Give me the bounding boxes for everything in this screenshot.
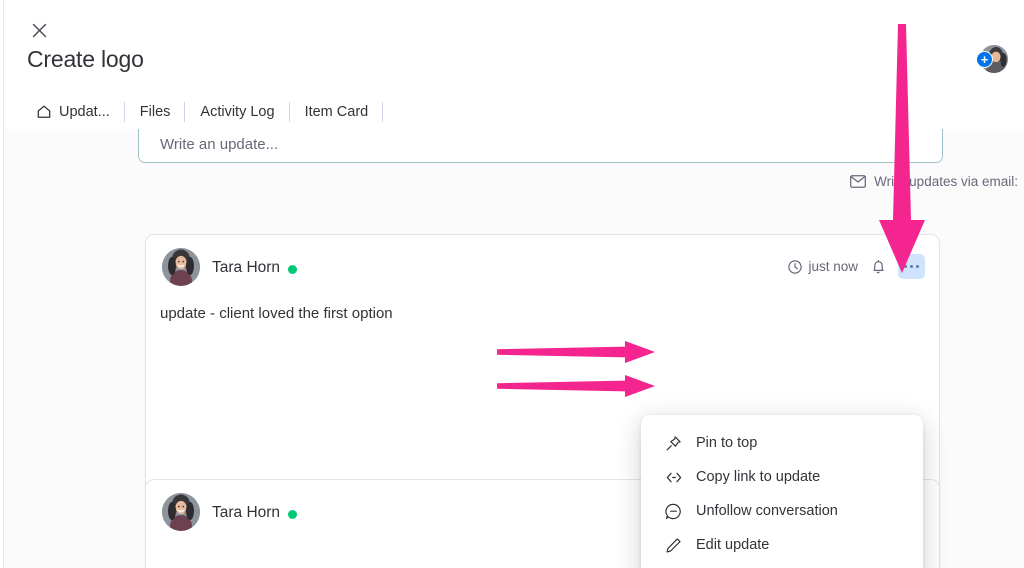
avatar[interactable] (162, 493, 200, 531)
pencil-icon (664, 536, 683, 555)
link-icon (664, 468, 683, 487)
menu-item-copy-link-to-update[interactable]: Copy link to update (647, 460, 917, 494)
update-header: Tara Horn just now (146, 235, 939, 297)
update-composer[interactable]: Write an update... (138, 129, 943, 163)
tab-item-card[interactable]: Item Card (290, 95, 384, 129)
envelope-icon (850, 175, 867, 188)
circle-minus-icon (664, 502, 683, 521)
menu-item-label: Edit update (696, 537, 770, 553)
tab-divider (382, 102, 384, 122)
dialog-header: Create logo + Updat... Files Activity Lo… (4, 0, 1024, 132)
close-button[interactable] (26, 17, 52, 43)
close-icon (32, 23, 46, 37)
via-email-label: Write updates via email: (874, 174, 1018, 189)
avatar-photo (162, 248, 200, 286)
update-timestamp: just now (808, 259, 858, 274)
update-more-options-button[interactable] (898, 254, 925, 279)
tab-label: Item Card (304, 104, 369, 120)
menu-item-label: Unfollow conversation (696, 503, 838, 519)
status-badge (288, 510, 297, 519)
tab-files[interactable]: Files (125, 95, 186, 129)
update-author: Tara Horn (212, 504, 281, 521)
menu-item-edit-update[interactable]: Edit update (647, 528, 917, 562)
status-badge (288, 265, 297, 274)
avatar[interactable] (162, 248, 200, 286)
tab-updates[interactable]: Updat... (27, 95, 125, 132)
bell-icon (872, 259, 884, 273)
menu-item-pin-to-top[interactable]: Pin to top (647, 426, 917, 460)
more-horizontal-icon (904, 264, 919, 269)
update-meta: just now (788, 254, 925, 279)
update-context-menu: Pin to top Copy link to update Unfollow … (641, 415, 923, 568)
menu-item-label: Pin to top (696, 435, 758, 451)
menu-item-label: Copy link to update (696, 469, 821, 485)
composer-placeholder: Write an update... (160, 135, 279, 153)
home-icon (36, 104, 52, 120)
update-body: update - client loved the first option (160, 305, 393, 322)
tab-bar: Updat... Files Activity Log Item Card (27, 95, 384, 132)
tab-label: Updat... (59, 104, 110, 120)
write-updates-via-email[interactable]: Write updates via email: (850, 174, 1018, 189)
page-title: Create logo (27, 46, 144, 72)
update-timestamp-group: just now (788, 259, 858, 274)
avatar-photo (162, 493, 200, 531)
updates-feed: Write an update... Write updates via ema… (4, 129, 1024, 568)
clock-icon (788, 259, 803, 274)
add-person-badge[interactable]: + (976, 51, 993, 68)
top-right-avatar-group[interactable]: + (976, 43, 1010, 77)
tab-label: Files (139, 104, 171, 120)
notification-bell-button[interactable] (867, 256, 889, 278)
tab-activity-log[interactable]: Activity Log (185, 95, 290, 129)
tab-label: Activity Log (200, 104, 275, 120)
update-author: Tara Horn (212, 259, 281, 276)
pin-icon (664, 434, 683, 453)
menu-item-delete-update-for-everyone[interactable]: Delete update for everyone (647, 562, 917, 568)
menu-item-unfollow-conversation[interactable]: Unfollow conversation (647, 494, 917, 528)
item-dialog: Create logo + Updat... Files Activity Lo… (0, 0, 1024, 568)
